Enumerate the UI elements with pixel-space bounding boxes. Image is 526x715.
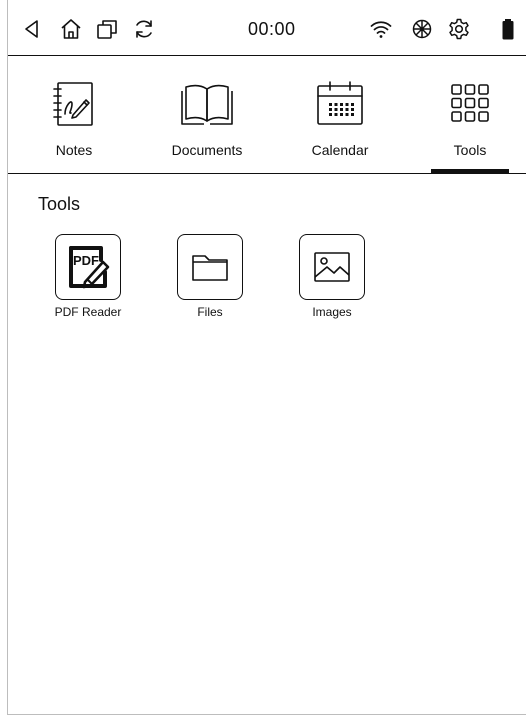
tab-calendar-label: Calendar — [311, 142, 369, 158]
tab-documents-label: Documents — [171, 142, 243, 158]
battery-icon — [496, 17, 520, 41]
folder-icon — [177, 234, 243, 300]
back-icon[interactable] — [20, 17, 44, 41]
svg-text:PDF: PDF — [73, 253, 99, 268]
tab-notes[interactable]: Notes — [14, 56, 134, 173]
selected-tab-indicator — [431, 169, 509, 173]
section-title: Tools — [38, 194, 81, 214]
open-book-icon — [179, 76, 235, 132]
settings-icon[interactable] — [447, 17, 471, 41]
tab-tools[interactable]: Tools — [410, 56, 526, 173]
calendar-icon — [312, 76, 368, 132]
status-bar: 00:00 — [8, 0, 526, 56]
grid-icon — [442, 76, 498, 132]
tab-calendar[interactable]: Calendar — [280, 56, 400, 173]
clock-time: 00:00 — [248, 19, 296, 39]
notebook-pen-icon — [46, 76, 102, 132]
app-images-label: Images — [312, 305, 352, 319]
app-pdf-reader-label: PDF Reader — [54, 305, 122, 319]
refresh-icon[interactable] — [132, 17, 156, 41]
app-files-label: Files — [197, 305, 223, 319]
wifi-icon[interactable] — [369, 17, 393, 41]
pdf-reader-icon: PDF — [55, 234, 121, 300]
tab-documents[interactable]: Documents — [147, 56, 267, 173]
recent-apps-icon[interactable] — [95, 17, 119, 41]
app-files[interactable]: Files — [162, 234, 258, 330]
category-tabs: Notes Documents Calendar Tools — [8, 56, 526, 174]
app-pdf-reader[interactable]: PDF PDF Reader — [40, 234, 136, 330]
image-icon — [299, 234, 365, 300]
brightness-icon[interactable] — [410, 17, 434, 41]
tab-notes-label: Notes — [55, 142, 93, 158]
app-images[interactable]: Images — [284, 234, 380, 330]
home-icon[interactable] — [59, 17, 83, 41]
tab-tools-label: Tools — [453, 142, 487, 158]
